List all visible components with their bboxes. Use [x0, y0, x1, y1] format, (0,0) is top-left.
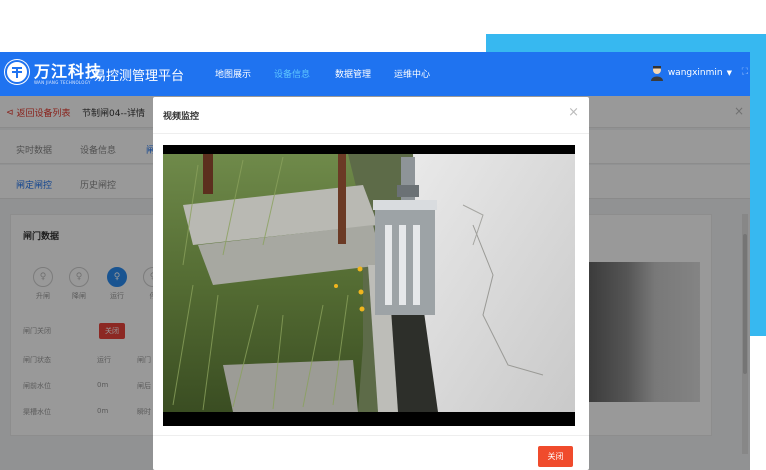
logo-icon [4, 59, 30, 85]
fullscreen-icon[interactable]: ⛶ [742, 67, 748, 77]
close-icon[interactable]: × [568, 105, 579, 120]
chevron-down-icon: ▼ [726, 69, 732, 77]
brand-name: 万江科技 [34, 62, 103, 81]
video-monitor-dialog: 视频监控 × 关闭 [153, 97, 589, 470]
product-title: 易控测管理平台 [93, 69, 185, 84]
divider [153, 435, 589, 436]
screen: 万江科技 WAN JIANG TECHNOLOGY 易控测管理平台 地图展示 设… [0, 0, 766, 470]
username: wangxinmin [667, 68, 723, 78]
user-avatar-icon [650, 65, 664, 81]
top-navbar: 万江科技 WAN JIANG TECHNOLOGY 易控测管理平台 地图展示 设… [0, 52, 750, 96]
camera-feed-image [163, 145, 575, 426]
brand-subtitle: WAN JIANG TECHNOLOGY [34, 80, 91, 85]
nav-ops-center[interactable]: 运维中心 [394, 67, 430, 80]
close-button[interactable]: 关闭 [538, 446, 573, 467]
nav-device-info[interactable]: 设备信息 [274, 67, 310, 80]
user-menu[interactable]: wangxinmin ▼ [650, 65, 732, 81]
nav-data-management[interactable]: 数据管理 [335, 67, 371, 80]
dialog-title: 视频监控 [163, 112, 200, 122]
nav-map[interactable]: 地图展示 [215, 67, 251, 80]
divider [153, 133, 589, 134]
video-player[interactable] [163, 145, 575, 426]
